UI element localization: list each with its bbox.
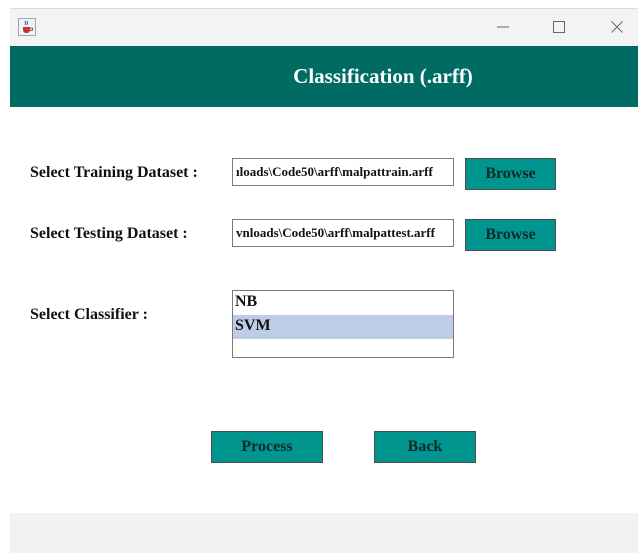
testing-dataset-input[interactable]: vnloads\Code50\arff\malpattest.arff xyxy=(232,219,454,247)
header-bar: Classification (.arff) xyxy=(10,46,638,107)
window-titlebar xyxy=(10,8,638,46)
minimize-button[interactable] xyxy=(480,9,526,45)
minimize-icon xyxy=(497,26,509,28)
classifier-listbox[interactable]: NB SVM xyxy=(232,290,454,358)
training-dataset-input[interactable]: ıloads\Code50\arff\malpattrain.arff xyxy=(232,158,454,186)
classifier-option-nb[interactable]: NB xyxy=(233,291,453,315)
process-button[interactable]: Process xyxy=(211,431,323,463)
java-cup-icon xyxy=(18,18,36,36)
close-icon xyxy=(611,21,623,33)
form-panel: Select Training Dataset : ıloads\Code50\… xyxy=(10,107,638,513)
testing-dataset-label: Select Testing Dataset : xyxy=(30,225,188,242)
classifier-option-svm[interactable]: SVM xyxy=(233,315,453,339)
maximize-button[interactable] xyxy=(536,9,582,45)
training-browse-button[interactable]: Browse xyxy=(465,158,556,190)
close-button[interactable] xyxy=(594,9,638,45)
training-dataset-label: Select Training Dataset : xyxy=(30,164,198,181)
page-title: Classification (.arff) xyxy=(293,64,473,88)
testing-browse-button[interactable]: Browse xyxy=(465,219,556,251)
footer-strip xyxy=(10,513,638,553)
maximize-icon xyxy=(553,21,565,33)
back-button[interactable]: Back xyxy=(374,431,476,463)
classifier-label: Select Classifier : xyxy=(30,306,148,323)
